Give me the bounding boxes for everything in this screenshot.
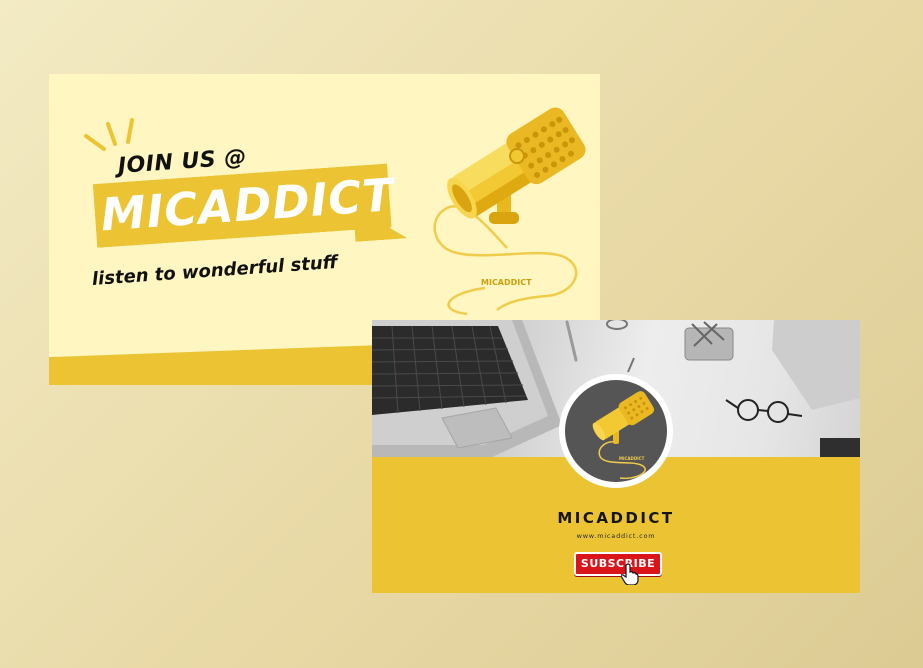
hand-cursor-icon: [621, 563, 639, 585]
mic-cable-label: MICADDICT: [481, 278, 532, 287]
tagline: listen to wonderful stuff: [91, 251, 339, 290]
microphone-icon: MICADDICT: [592, 391, 655, 480]
subscribe-button[interactable]: SUBSCRIBE: [574, 552, 662, 576]
channel-name: MICADDICT: [557, 509, 675, 527]
avatar-label: MICADDICT: [619, 456, 645, 461]
channel-banner-card: MICADDICT MICADDICT www.micaddict.com SU…: [372, 320, 860, 593]
brand-title: MICADDICT: [99, 168, 396, 242]
channel-avatar-ring: MICADDICT: [559, 374, 673, 488]
channel-url[interactable]: www.micaddict.com: [372, 532, 860, 540]
avatar: MICADDICT: [565, 380, 667, 482]
